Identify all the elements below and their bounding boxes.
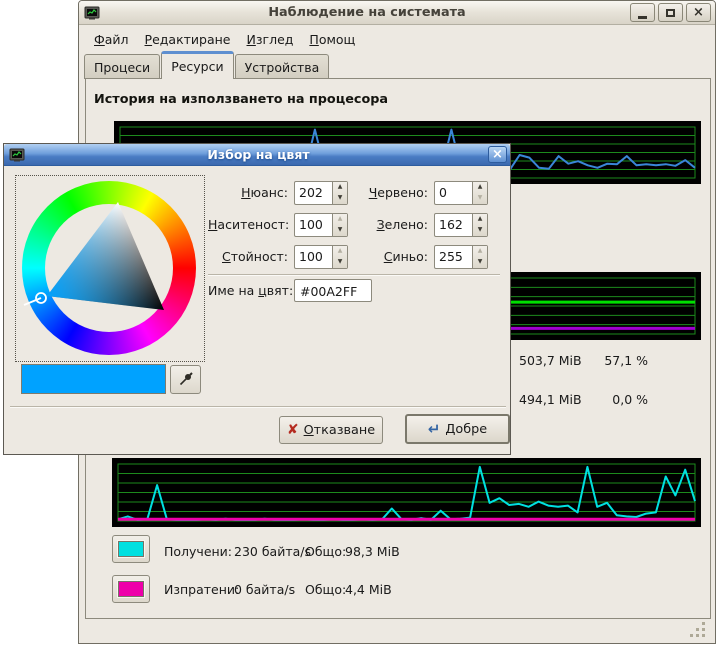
close-icon: × xyxy=(492,147,503,162)
resize-grip[interactable] xyxy=(690,622,706,638)
network-history-graph xyxy=(112,458,701,527)
color-picker-dialog: Избор на цвят × xyxy=(3,143,511,455)
received-color-button[interactable] xyxy=(112,535,150,563)
hue-spinbox[interactable]: 202 ▲▼ xyxy=(294,181,348,205)
spin-down-icon[interactable]: ▼ xyxy=(333,257,347,268)
action-separator xyxy=(10,406,506,408)
menu-view[interactable]: Изглед xyxy=(239,29,302,50)
main-window-title: Наблюдение на системата xyxy=(104,5,630,20)
menu-edit[interactable]: Редактиране xyxy=(137,29,239,50)
spin-down-icon[interactable]: ▼ xyxy=(473,257,487,268)
minimize-icon xyxy=(638,16,647,19)
dialog-title: Избор на цвят xyxy=(29,147,488,162)
saturation-label: Наситеност: xyxy=(208,212,288,237)
received-label: Получени: xyxy=(164,544,232,559)
window-controls: × xyxy=(630,3,711,22)
memory-amount: 503,7 MiB xyxy=(519,353,589,368)
hsv-triangle[interactable] xyxy=(16,176,206,363)
maximize-button[interactable] xyxy=(658,3,683,22)
maximize-icon xyxy=(666,9,675,17)
red-label: Червено: xyxy=(354,180,428,205)
received-rate: 230 байта/s xyxy=(234,544,311,559)
desktop: Наблюдение на системата × Файл Редактира… xyxy=(0,0,717,647)
ok-label: Добре xyxy=(445,422,487,437)
cancel-button[interactable]: ✘ Отказване xyxy=(279,416,383,444)
spin-down-icon[interactable]: ▼ xyxy=(333,193,347,204)
spin-up-icon[interactable]: ▲ xyxy=(333,214,347,225)
color-value-fields: Нюанс: 202 ▲▼ Червено: 0 ▲▼ Наситеност: … xyxy=(208,180,488,269)
red-spinbox[interactable]: 0 ▲▼ xyxy=(434,181,488,205)
menubar: Файл Редактиране Изглед Помощ xyxy=(80,26,714,52)
tab-devices[interactable]: Устройства xyxy=(235,54,330,79)
spin-down-icon[interactable]: ▼ xyxy=(473,193,487,204)
cancel-label: Отказване xyxy=(304,423,376,438)
received-total-label: Общо: xyxy=(305,544,346,559)
sent-color-button[interactable] xyxy=(112,575,150,603)
app-icon xyxy=(84,5,100,21)
received-color-swatch xyxy=(118,541,144,557)
resize-grip-dots xyxy=(702,622,705,625)
swap-percent: 0,0 % xyxy=(604,392,648,407)
spin-up-icon[interactable]: ▲ xyxy=(333,246,347,257)
received-total: 98,3 MiB xyxy=(345,544,400,559)
spin-up-icon[interactable]: ▲ xyxy=(473,214,487,225)
cpu-section-title: История на използването на процесора xyxy=(94,92,388,107)
dialog-app-icon xyxy=(9,147,25,163)
ok-button[interactable]: ↵ Добре xyxy=(405,414,510,444)
color-wheel-area[interactable] xyxy=(15,175,205,362)
spin-up-icon[interactable]: ▲ xyxy=(333,182,347,193)
minimize-button[interactable] xyxy=(630,3,655,22)
sent-color-swatch xyxy=(118,581,144,597)
menu-file[interactable]: Файл xyxy=(86,29,137,50)
notebook-tabs: Процеси Ресурси Устройства xyxy=(84,51,330,79)
blue-label: Синьо: xyxy=(354,244,428,269)
main-titlebar[interactable]: Наблюдение на системата × xyxy=(79,1,715,25)
eyedropper-button[interactable] xyxy=(170,365,201,394)
sent-rate: 0 байта/s xyxy=(234,582,295,597)
green-label: Зелено: xyxy=(354,212,428,237)
blue-spinbox[interactable]: 255 ▲▼ xyxy=(434,245,488,269)
hue-label: Нюанс: xyxy=(208,180,288,205)
cancel-icon: ✘ xyxy=(287,422,299,438)
dialog-close-button[interactable]: × xyxy=(488,146,507,163)
tab-resources[interactable]: Ресурси xyxy=(161,51,233,79)
close-icon: × xyxy=(693,6,704,19)
ok-icon: ↵ xyxy=(428,420,441,438)
eyedropper-icon xyxy=(178,372,193,387)
spin-up-icon[interactable]: ▲ xyxy=(473,246,487,257)
spin-up-icon[interactable]: ▲ xyxy=(473,182,487,193)
sent-total: 4,4 MiB xyxy=(345,582,392,597)
close-button[interactable]: × xyxy=(686,3,711,22)
saturation-spinbox[interactable]: 100 ▲▼ xyxy=(294,213,348,237)
value-label: Стойност: xyxy=(208,244,288,269)
sent-label: Изпратени: xyxy=(164,582,239,597)
color-name-input[interactable]: #00A2FF xyxy=(294,279,372,302)
swap-amount: 494,1 MiB xyxy=(519,392,589,407)
tab-processes[interactable]: Процеси xyxy=(84,54,160,79)
dialog-titlebar[interactable]: Избор на цвят × xyxy=(4,144,510,166)
menu-help[interactable]: Помощ xyxy=(301,29,363,50)
spin-down-icon[interactable]: ▼ xyxy=(333,225,347,236)
selected-color-preview xyxy=(21,364,166,394)
color-name-label: Име на цвят: xyxy=(208,283,288,298)
green-spinbox[interactable]: 162 ▲▼ xyxy=(434,213,488,237)
fields-separator xyxy=(208,274,500,276)
sent-total-label: Общо: xyxy=(305,582,346,597)
memory-percent: 57,1 % xyxy=(604,353,648,368)
value-spinbox[interactable]: 100 ▲▼ xyxy=(294,245,348,269)
spin-down-icon[interactable]: ▼ xyxy=(473,225,487,236)
